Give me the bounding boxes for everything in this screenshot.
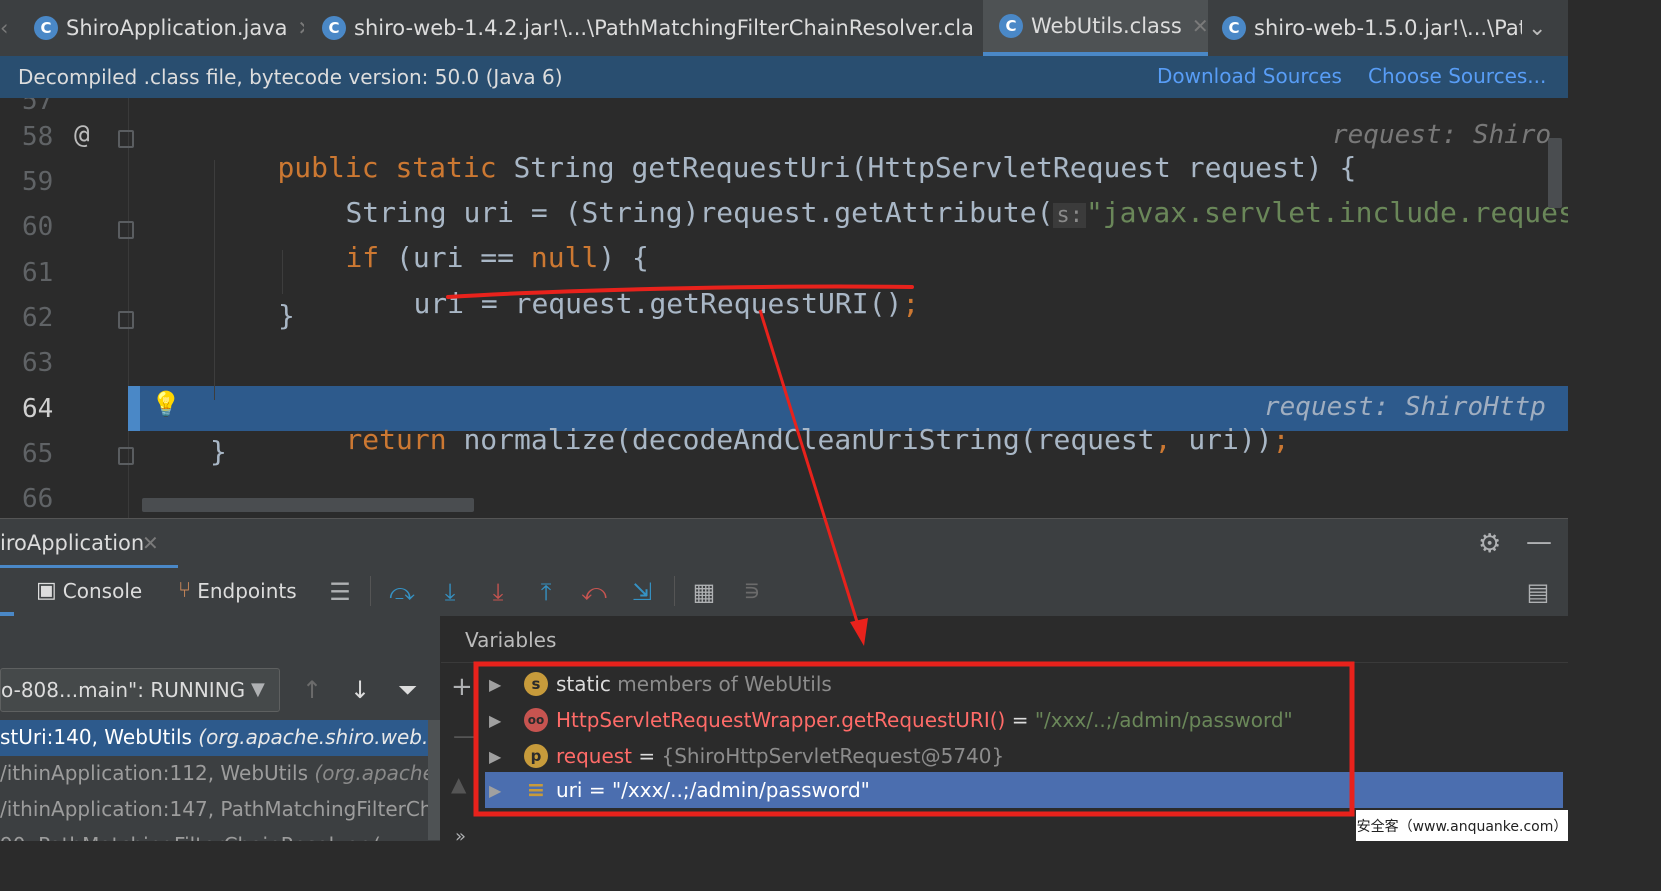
watermark: 安全客（www.anquanke.com） bbox=[1356, 810, 1568, 841]
annotation-overlay bbox=[446, 284, 1355, 817]
red-arrow-line bbox=[758, 309, 860, 626]
red-arrow-head bbox=[850, 618, 868, 646]
red-highlight-box bbox=[473, 661, 1355, 817]
red-underline bbox=[446, 284, 914, 299]
